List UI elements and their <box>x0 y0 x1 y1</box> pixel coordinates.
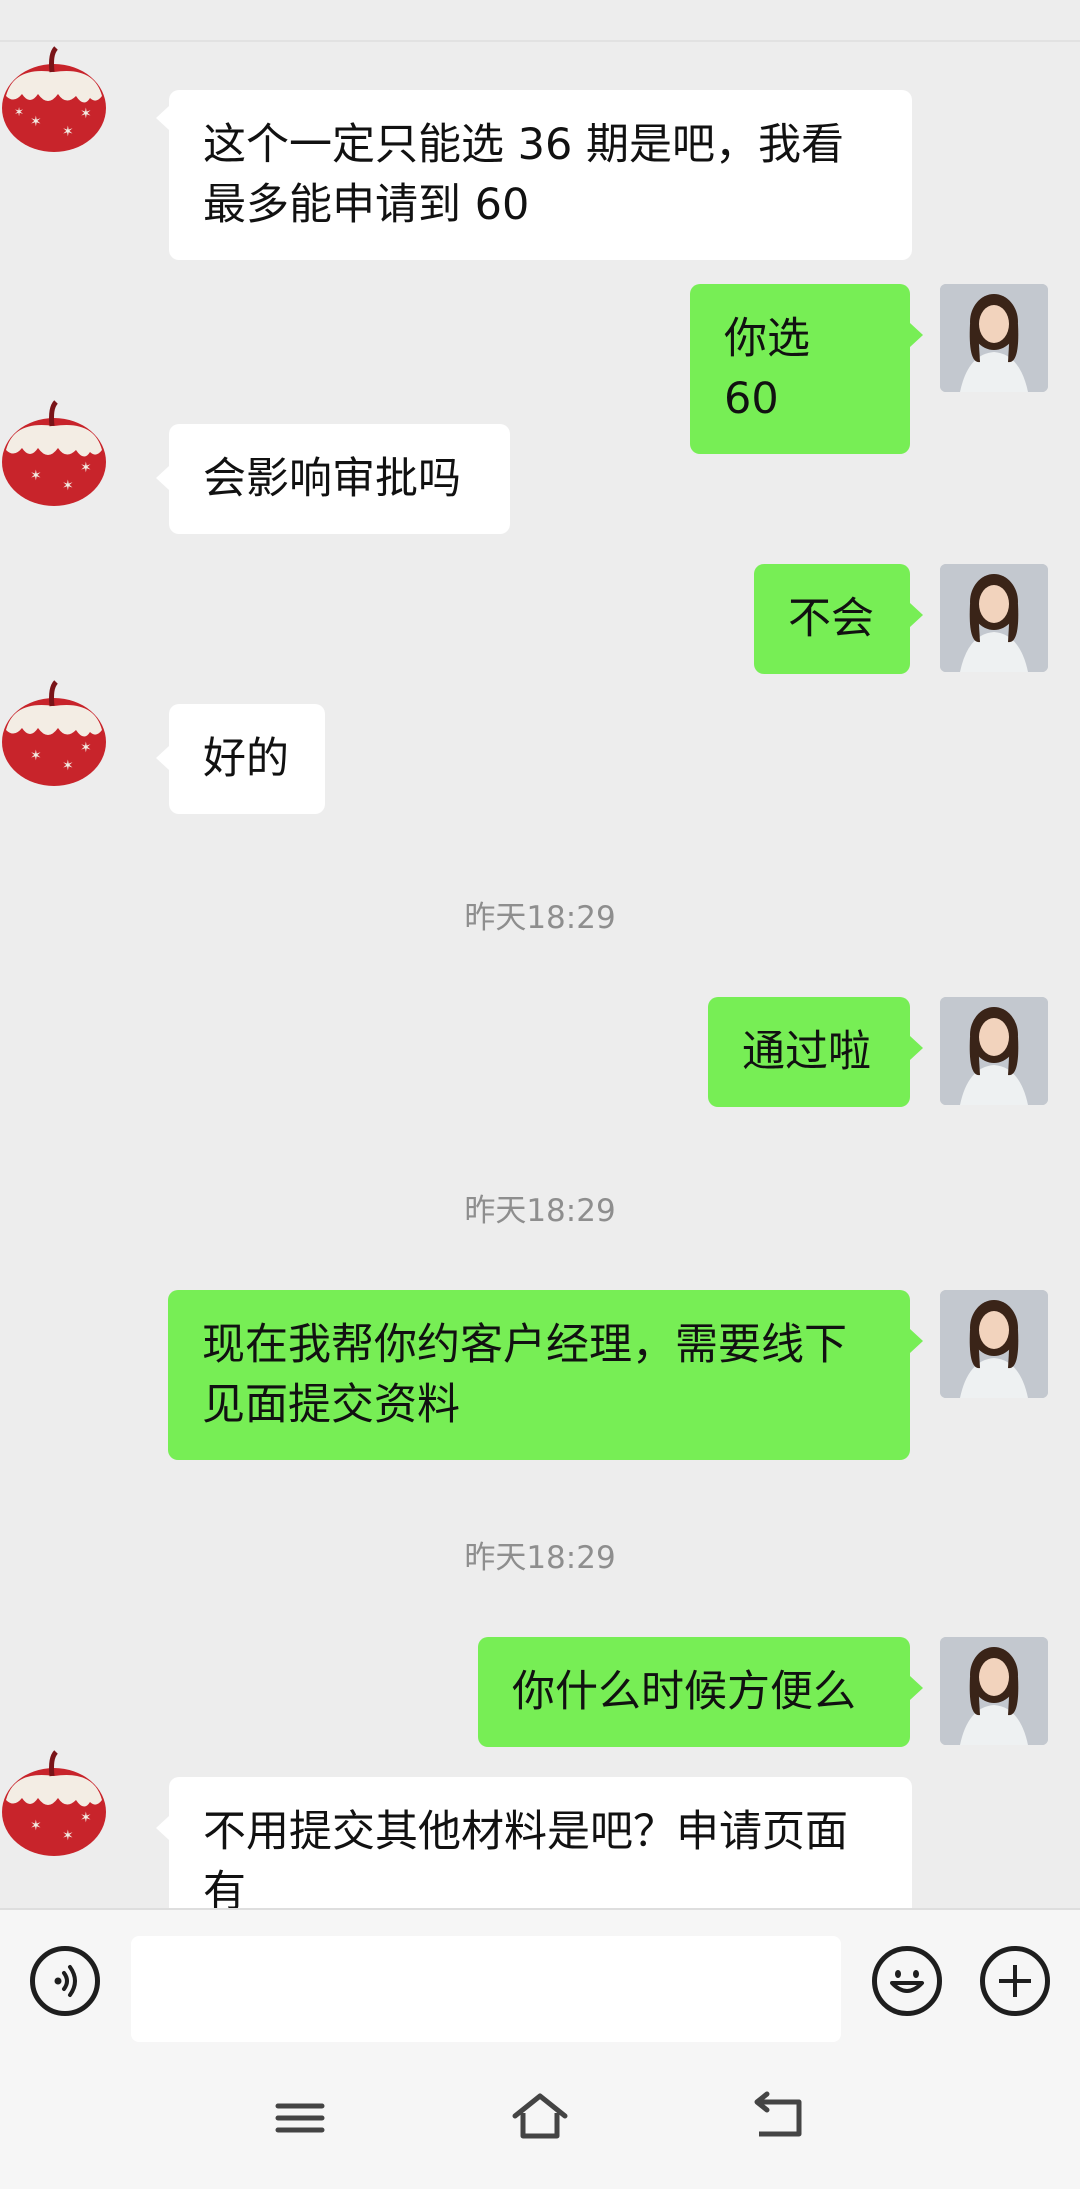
contact-avatar[interactable]: ✶ ✶ ✶ ✶ <box>0 46 108 154</box>
user-avatar[interactable] <box>940 564 1048 672</box>
message-bubble[interactable]: 现在我帮你约客户经理，需要线下 见面提交资料 <box>168 1290 910 1460</box>
timestamp: 昨天18:29 <box>464 900 616 936</box>
bubble-tail <box>156 106 169 130</box>
bubble-tail <box>910 1676 923 1700</box>
svg-text:✶: ✶ <box>80 740 92 756</box>
svg-text:✶: ✶ <box>62 758 74 774</box>
user-avatar[interactable] <box>940 997 1048 1105</box>
voice-icon[interactable] <box>30 1946 100 2016</box>
user-avatar[interactable] <box>940 1290 1048 1398</box>
message-bubble[interactable]: 你什么时候方便么 <box>478 1637 910 1747</box>
system-nav-bar <box>0 2048 1080 2189</box>
svg-text:✶: ✶ <box>30 748 42 764</box>
back-icon[interactable] <box>745 2088 815 2148</box>
contact-avatar[interactable]: ✶ ✶ ✶ <box>0 680 108 788</box>
message-bubble[interactable]: 通过啦 <box>708 997 910 1107</box>
plus-circle-icon[interactable] <box>980 1946 1050 2016</box>
svg-text:✶: ✶ <box>30 1818 42 1834</box>
user-avatar[interactable] <box>940 1637 1048 1745</box>
message-bubble[interactable]: 不用提交其他材料是吧？申请页面 有 <box>169 1777 912 1908</box>
message-input[interactable] <box>131 1936 841 2042</box>
svg-text:✶: ✶ <box>14 105 24 119</box>
bubble-tail <box>910 323 923 347</box>
chat-screen: ✶ ✶ ✶ ✶ 这个一定只能选 36 期是吧，我看 最多能申请到 60 你选 6… <box>0 0 1080 2189</box>
menu-icon[interactable] <box>265 2088 335 2148</box>
svg-text:✶: ✶ <box>80 460 92 476</box>
svg-text:✶: ✶ <box>80 106 92 122</box>
bubble-tail <box>156 746 169 770</box>
svg-text:✶: ✶ <box>62 478 74 494</box>
message-list[interactable]: ✶ ✶ ✶ ✶ 这个一定只能选 36 期是吧，我看 最多能申请到 60 你选 6… <box>0 0 1080 1908</box>
home-icon[interactable] <box>505 2088 575 2148</box>
bubble-tail <box>910 1329 923 1353</box>
bubble-tail <box>910 1036 923 1060</box>
timestamp: 昨天18:29 <box>464 1540 616 1576</box>
svg-text:✶: ✶ <box>62 124 74 140</box>
bubble-tail <box>910 603 923 627</box>
contact-avatar[interactable]: ✶ ✶ ✶ <box>0 1750 108 1858</box>
message-bubble[interactable]: 好的 <box>169 704 325 814</box>
message-bubble[interactable]: 这个一定只能选 36 期是吧，我看 最多能申请到 60 <box>169 90 912 260</box>
bubble-tail <box>156 466 169 490</box>
svg-text:✶: ✶ <box>30 468 42 484</box>
emoji-icon[interactable] <box>872 1946 942 2016</box>
message-bubble[interactable]: 会影响审批吗 <box>169 424 510 534</box>
svg-text:✶: ✶ <box>62 1828 74 1844</box>
bubble-tail <box>156 1816 169 1840</box>
svg-text:✶: ✶ <box>80 1810 92 1826</box>
contact-avatar[interactable]: ✶ ✶ ✶ <box>0 400 108 508</box>
message-bubble[interactable]: 你选 60 <box>690 284 910 454</box>
input-bar <box>0 1908 1080 2050</box>
timestamp: 昨天18:29 <box>464 1193 616 1229</box>
svg-text:✶: ✶ <box>30 114 42 130</box>
user-avatar[interactable] <box>940 284 1048 392</box>
message-bubble[interactable]: 不会 <box>754 564 910 674</box>
